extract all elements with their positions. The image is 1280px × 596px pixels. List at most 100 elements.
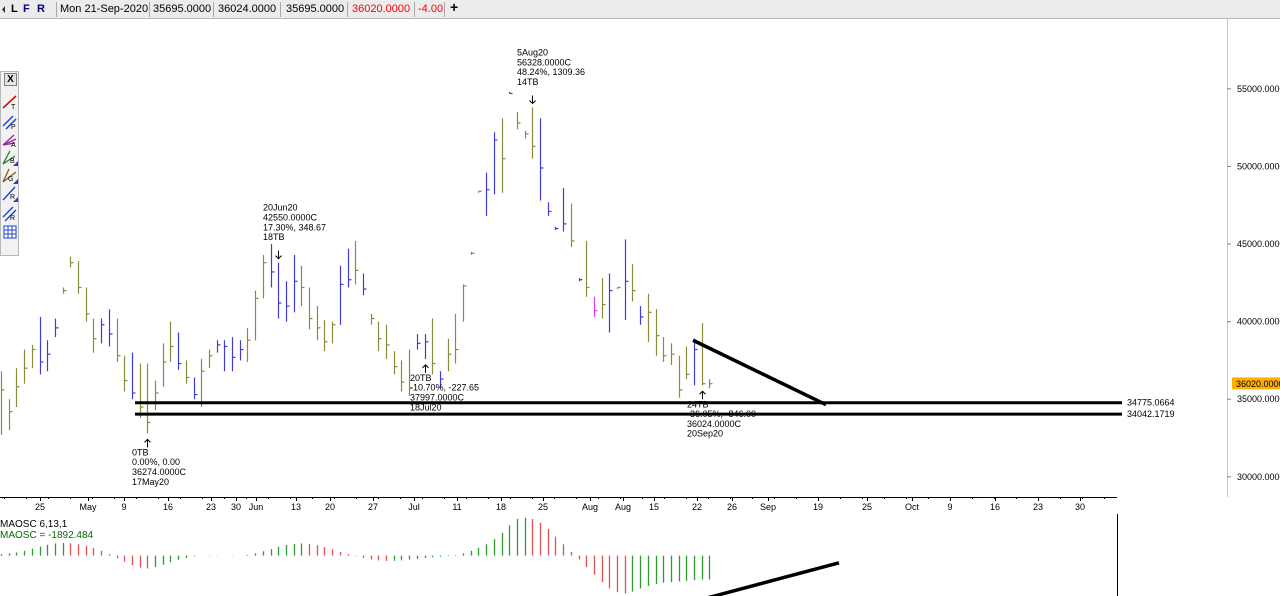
swing-annotation: 24TB-36.05%, -846.0036024.0000C20Sep20: [687, 390, 756, 439]
quote-close: 36020.0000: [352, 3, 411, 15]
price-bar: [524, 130, 529, 139]
price-bar: [593, 296, 598, 317]
price-bar: [685, 346, 690, 380]
price-bar: [708, 379, 713, 389]
swing-annotation: 0TB0.00%, 0.0036274.0000C17May20: [132, 438, 187, 487]
svg-text:A: A: [11, 142, 16, 148]
x-axis-label: Jul: [408, 502, 420, 512]
price-bar: [624, 239, 629, 321]
price-bar: [193, 377, 198, 400]
price-bar: [185, 360, 190, 384]
svg-text:P: P: [11, 124, 16, 130]
price-bar: [501, 118, 506, 193]
annotation-line: 24TB: [687, 399, 709, 409]
price-bar: [470, 251, 475, 255]
price-bar: [693, 338, 698, 386]
price-bar: [100, 318, 105, 344]
price-bar: [601, 278, 606, 319]
gann-fan-icon[interactable]: G: [2, 168, 18, 184]
palette-close-button[interactable]: X: [4, 73, 17, 86]
toolbar-divider: [414, 2, 415, 17]
line-chart-button[interactable]: L: [11, 3, 18, 16]
svg-text:T: T: [11, 104, 16, 110]
price-bar: [146, 363, 151, 434]
x-axis-label: Oct: [905, 502, 920, 512]
price-bar: [116, 318, 121, 362]
price-bar: [39, 316, 44, 375]
drawn-trend-line[interactable]: [692, 338, 827, 407]
parallel-lines-icon[interactable]: P: [2, 114, 18, 130]
x-axis-label: Sep: [760, 502, 776, 512]
x-axis-label: Aug: [582, 502, 598, 512]
toolbar-divider: [280, 2, 281, 17]
andrews-pitchfork-icon[interactable]: A: [2, 132, 18, 148]
price-bar: [331, 321, 336, 344]
quote-date: Mon 21-Sep-2020: [60, 3, 149, 15]
price-bar: [447, 338, 452, 372]
oscillator-trend-line[interactable]: [705, 561, 840, 596]
price-bar: [8, 399, 13, 431]
price-bar: [393, 351, 398, 375]
add-study-button[interactable]: +: [450, 0, 458, 14]
fan-b-icon[interactable]: B: [2, 150, 18, 166]
price-bar: [377, 321, 382, 352]
drawing-tools-palette: X T P A B G R R: [0, 71, 19, 256]
price-bar: [562, 188, 567, 232]
price-bar: [270, 244, 275, 288]
price-bar: [231, 337, 236, 372]
price-bar: [462, 284, 467, 322]
maosc-oscillator-chart[interactable]: [0, 514, 1280, 596]
price-bar: [531, 107, 536, 159]
price-bar: [431, 318, 436, 375]
annotation-line: 48.24%, 1309.36: [517, 67, 585, 77]
y-axis-label: 30000.0000: [1237, 472, 1280, 482]
price-bar: [639, 306, 644, 325]
x-axis-label: 30: [231, 502, 241, 512]
x-axis-label: 16: [163, 502, 173, 512]
quote-toolbar: L F R Mon 21-Sep-2020 35695.0000 36024.0…: [0, 0, 1280, 19]
annotation-line: 0TB: [132, 447, 149, 457]
x-axis-label: 9: [121, 502, 126, 512]
price-bar: [354, 240, 359, 285]
refresh-button[interactable]: R: [37, 3, 45, 16]
svg-text:G: G: [8, 176, 13, 183]
annotation-line: 17.30%, 348.67: [263, 222, 326, 232]
price-bar: [131, 352, 136, 400]
price-bar: [69, 256, 74, 268]
price-chart[interactable]: 34775.066434042.1719 20Jun2042550.0000C1…: [0, 19, 1280, 513]
price-bar: [246, 327, 251, 362]
price-bar: [485, 172, 490, 217]
annotation-line: 5Aug20: [517, 47, 548, 57]
price-bar: [539, 118, 544, 201]
grid-icon[interactable]: [2, 224, 18, 240]
price-bar: [547, 202, 552, 217]
y-axis-label: 55000.0000: [1237, 84, 1280, 94]
quote-change: -4.00: [418, 3, 443, 15]
price-bar: [77, 261, 82, 294]
regression-line-icon[interactable]: R: [2, 186, 18, 202]
y-axis-label: 45000.0000: [1237, 239, 1280, 249]
price-bar: [585, 240, 590, 297]
swing-annotation: 20Jun2042550.0000C17.30%, 348.6718TB: [263, 203, 326, 260]
swing-annotation: 5Aug2056328.0000C48.24%, 1309.3614TB: [517, 47, 585, 105]
price-bar: [108, 309, 113, 347]
annotation-line: 36274.0000C: [132, 467, 187, 477]
x-axis-label: 22: [692, 502, 702, 512]
svg-text:R: R: [10, 215, 15, 222]
price-bar: [362, 273, 367, 296]
annotation-line: 56328.0000C: [517, 57, 572, 67]
x-axis-label: Aug: [615, 502, 631, 512]
price-bar: [616, 286, 621, 290]
price-bar: [300, 265, 305, 307]
regression-channel-icon[interactable]: R: [2, 206, 18, 222]
price-bar: [169, 321, 174, 362]
fullscreen-button[interactable]: F: [23, 3, 30, 16]
price-bar: [139, 363, 144, 418]
swing-annotation: 20TB-10.70%, -227.6537997.0000C18Jul20: [410, 364, 479, 412]
price-bar: [570, 203, 575, 248]
quote-open: 35695.0000: [153, 3, 212, 15]
trend-line-icon[interactable]: T: [2, 94, 18, 110]
toolbar-arrow-icon[interactable]: [1, 3, 6, 16]
price-bar: [31, 344, 36, 369]
toolbar-divider: [213, 2, 214, 17]
